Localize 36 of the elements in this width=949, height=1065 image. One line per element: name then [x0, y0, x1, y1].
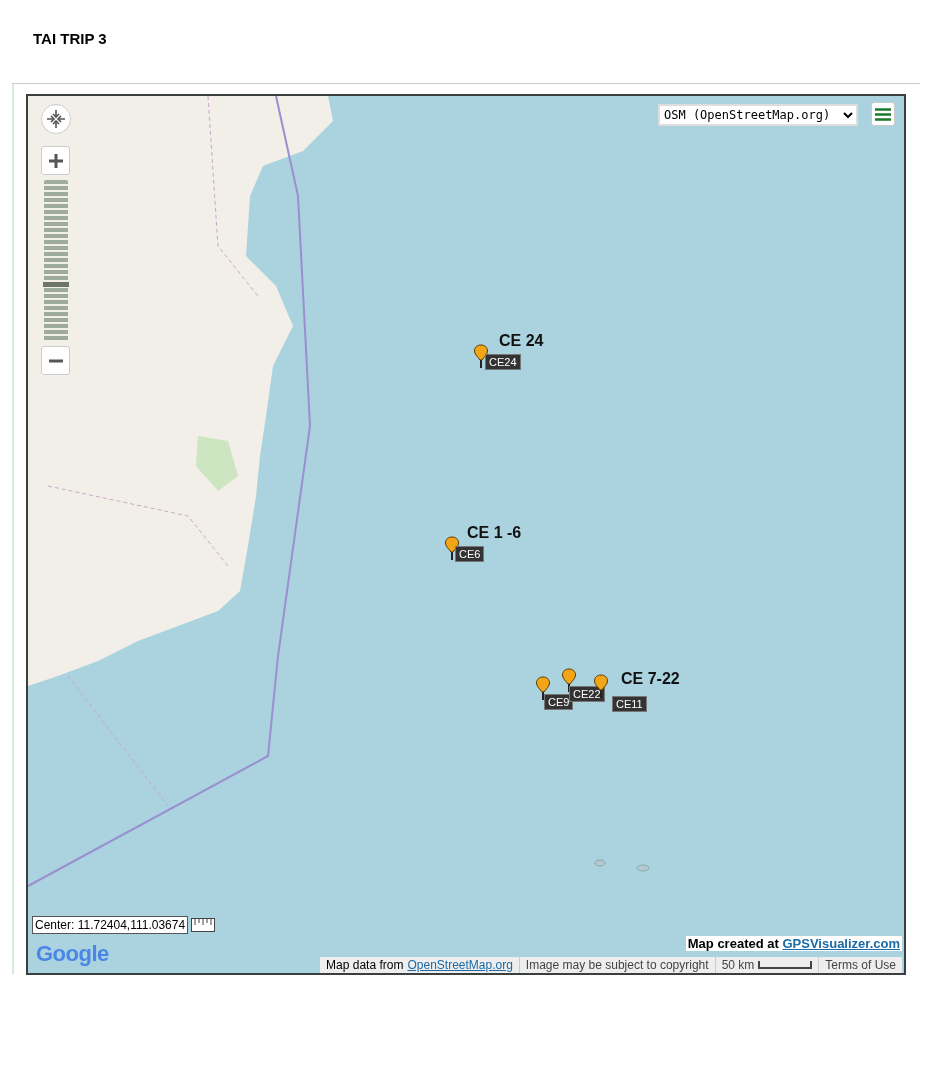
zoom-in-button[interactable] — [41, 146, 70, 175]
waypoint-tag: CE9 — [544, 694, 574, 710]
map-pin-icon[interactable] — [535, 676, 551, 700]
center-coordinates: Center: 11.72404,111.03674 — [32, 916, 189, 934]
menu-icon — [875, 107, 891, 121]
island-drawing — [636, 864, 650, 872]
scale-bar — [758, 961, 813, 969]
footer-text: Terms of Use — [825, 958, 896, 972]
waypoint-tag: CE6 — [455, 546, 485, 562]
map-pin-icon[interactable] — [561, 668, 577, 692]
openstreetmap-link[interactable]: OpenStreetMap.org — [407, 958, 513, 972]
zoom-out-button[interactable] — [41, 346, 70, 375]
page-title: TAI TRIP 3 — [33, 30, 107, 47]
group-label: CE 1 -6 — [467, 524, 522, 542]
map-credit: Map created at GPSVisualizer.com — [685, 936, 902, 951]
zoom-slider-thumb[interactable] — [43, 282, 69, 288]
map-pin-icon[interactable] — [473, 344, 489, 368]
waypoint-tag: CE22 — [569, 686, 605, 702]
google-logo: Google — [36, 941, 109, 967]
waypoint-tag: CE24 — [485, 354, 521, 370]
minus-icon — [48, 358, 63, 363]
group-label: CE 24 — [499, 332, 544, 350]
footer-text: Image may be subject to copyright — [525, 958, 709, 972]
waypoint-tag: CE11 — [612, 696, 647, 712]
menu-button[interactable] — [871, 102, 895, 126]
ruler-icon[interactable] — [191, 918, 216, 932]
group-label: CE 7-22 — [621, 670, 680, 688]
map-layer-select[interactable]: OSM (OpenStreetMap.org) — [658, 104, 858, 126]
attribution-text: Map data from — [326, 958, 404, 972]
gpsvisualizer-link[interactable]: GPSVisualizer.com — [782, 936, 900, 951]
zoom-slider[interactable] — [44, 180, 68, 342]
map-pin-icon[interactable] — [444, 536, 460, 560]
island-drawing — [594, 859, 606, 867]
arrows-inward-icon — [46, 109, 66, 129]
scale-label: 50 km — [721, 958, 755, 972]
plus-icon — [48, 153, 63, 168]
